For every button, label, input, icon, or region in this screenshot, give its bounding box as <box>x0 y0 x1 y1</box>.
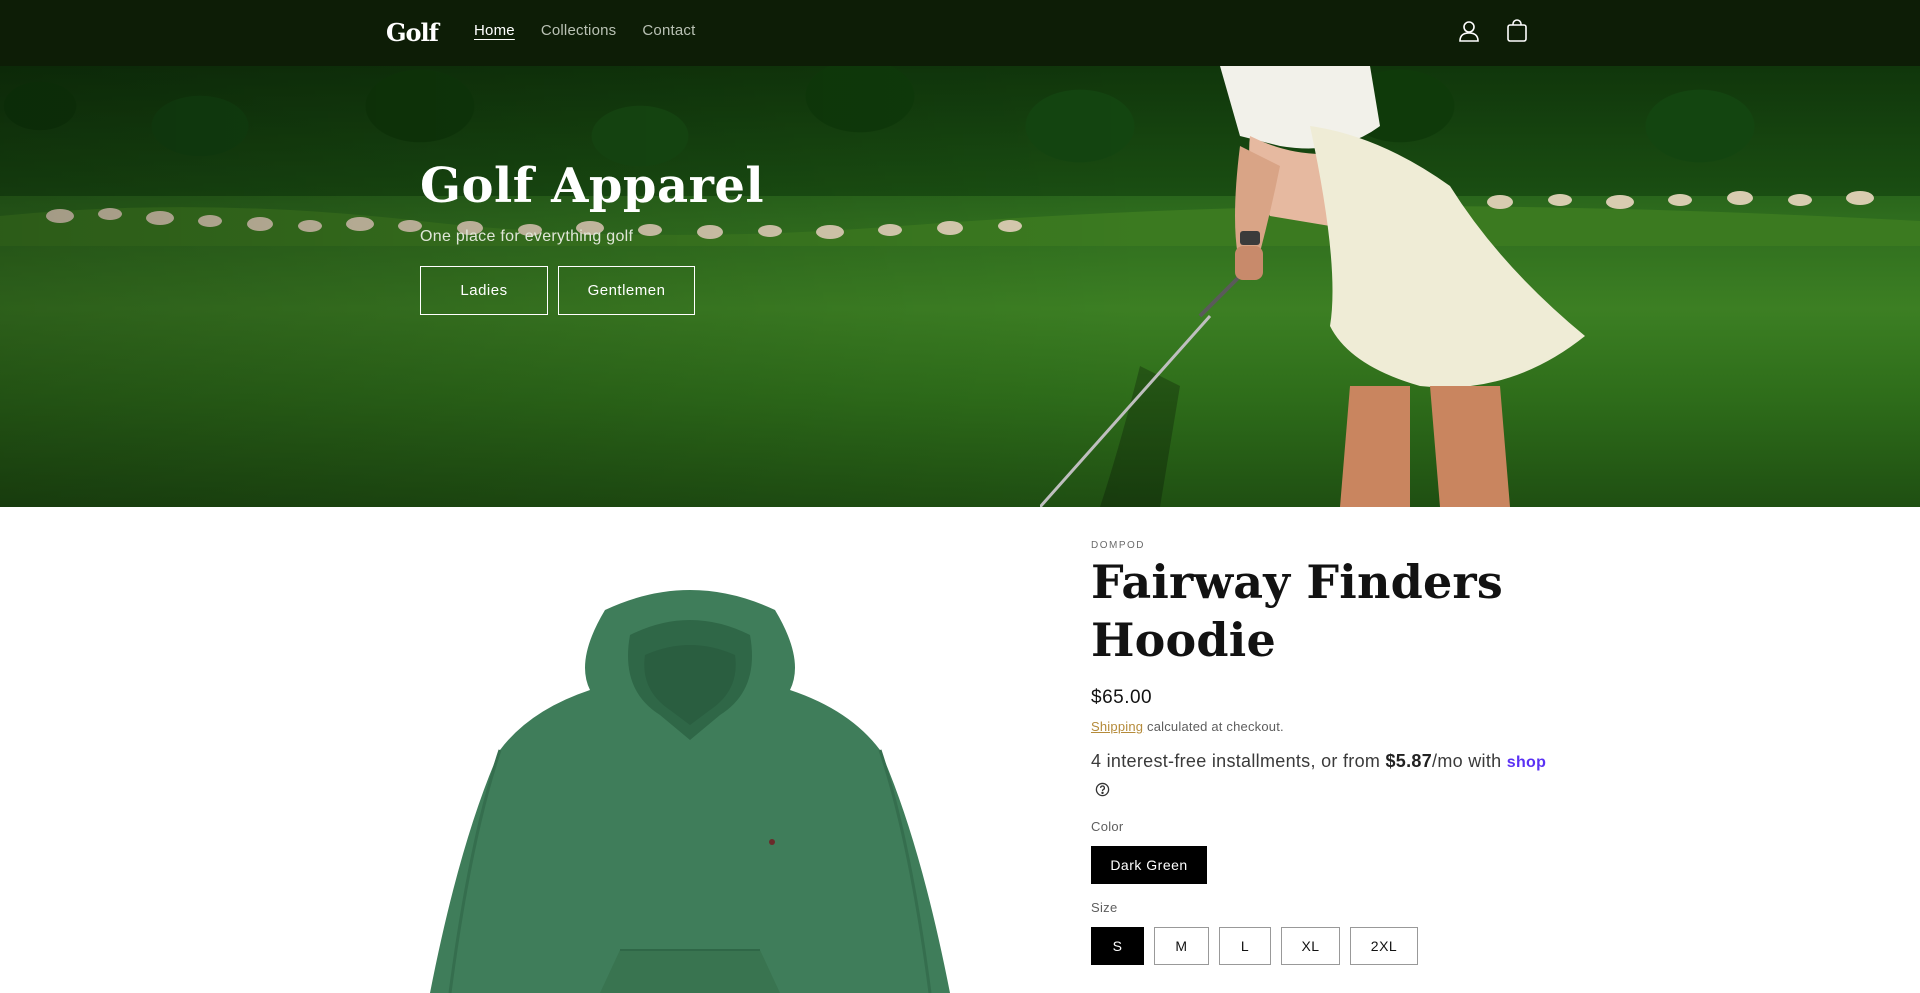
header-icons <box>1456 18 1530 44</box>
shipping-note-text: calculated at checkout. <box>1143 719 1284 734</box>
size-option-2xl[interactable]: 2XL <box>1350 927 1418 965</box>
size-option-s[interactable]: S <box>1091 927 1144 965</box>
cart-icon[interactable] <box>1504 18 1530 44</box>
shipping-link[interactable]: Shipping <box>1091 719 1143 734</box>
hero-title: Golf Apparel <box>420 158 765 214</box>
installments-text-pre: 4 interest-free installments, or from <box>1091 751 1386 771</box>
nav-home[interactable]: Home <box>474 22 515 39</box>
logo-text: Golf <box>386 17 439 47</box>
size-option-xl[interactable]: XL <box>1281 927 1340 965</box>
product-vendor: DOMPOD <box>1091 540 1145 551</box>
size-options: S M L XL 2XL <box>1091 927 1551 965</box>
shipping-note: Shipping calculated at checkout. <box>1091 719 1551 734</box>
help-icon[interactable] <box>1095 782 1110 797</box>
main-nav: Home Collections Contact <box>474 22 696 39</box>
installments-message: 4 interest-free installments, or from $5… <box>1091 748 1551 803</box>
hoodie-image <box>430 590 950 993</box>
gentlemen-button[interactable]: Gentlemen <box>558 266 695 315</box>
color-option-dark-green[interactable]: Dark Green <box>1091 846 1207 884</box>
hero-buttons: Ladies Gentlemen <box>420 266 764 315</box>
size-label: Size <box>1091 900 1118 915</box>
installments-amount: $5.87 <box>1385 751 1433 771</box>
shop-pay-logo[interactable]: shop <box>1507 754 1546 771</box>
hero-subtitle: One place for everything golf <box>420 228 634 245</box>
size-option-m[interactable]: M <box>1154 927 1209 965</box>
color-options: Dark Green <box>1091 846 1551 884</box>
hero-golfer-image <box>1040 66 1585 507</box>
account-icon[interactable] <box>1456 18 1482 44</box>
site-header: Golf Home Collections Contact <box>0 0 1920 66</box>
site-logo[interactable]: Golf <box>386 12 439 52</box>
ladies-button[interactable]: Ladies <box>420 266 548 315</box>
product-price: $65.00 <box>1091 687 1153 708</box>
nav-contact[interactable]: Contact <box>642 22 695 39</box>
hero-content: Golf Apparel One place for everything go… <box>420 158 764 315</box>
product-info: DOMPOD Fairway Finders Hoodie $65.00 Shi… <box>1091 540 1551 965</box>
product-title: Fairway Finders Hoodie <box>1091 555 1503 667</box>
installments-text-post: /mo with <box>1432 751 1507 771</box>
product-image[interactable] <box>380 580 1000 993</box>
nav-collections[interactable]: Collections <box>541 22 617 39</box>
color-label: Color <box>1091 819 1124 834</box>
size-option-l[interactable]: L <box>1219 927 1271 965</box>
hero-banner: Golf Apparel One place for everything go… <box>0 66 1920 507</box>
